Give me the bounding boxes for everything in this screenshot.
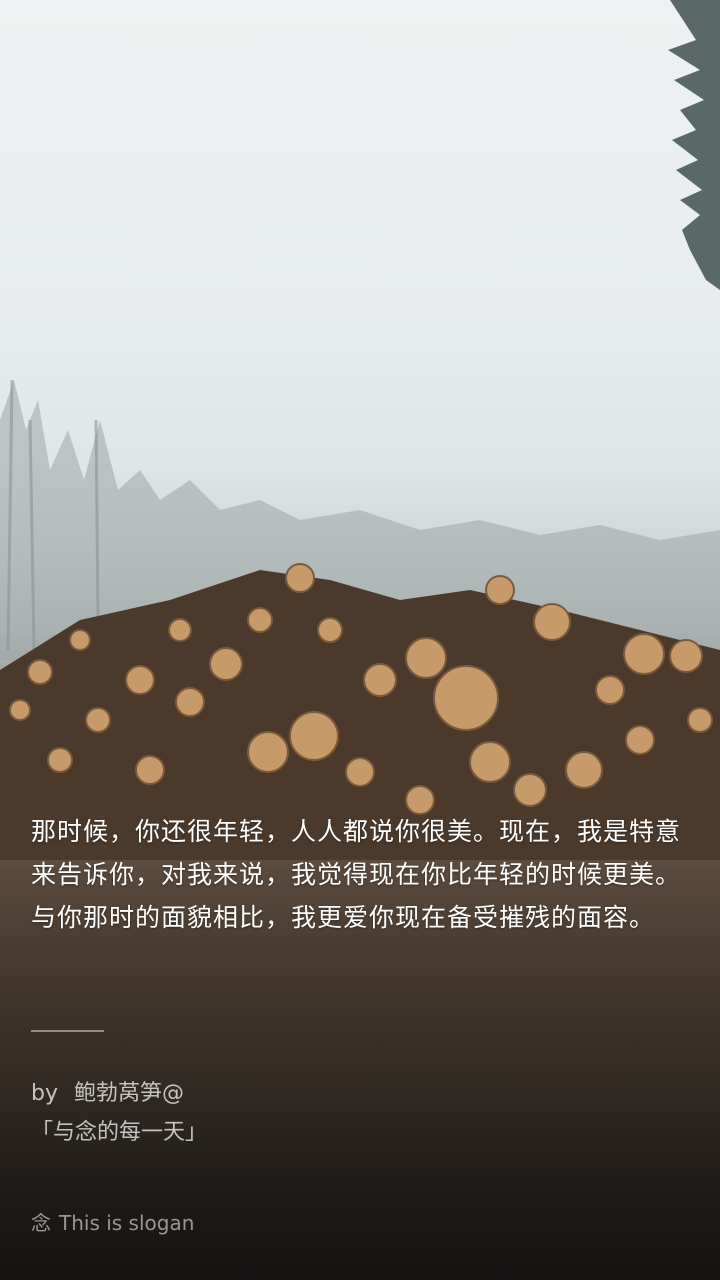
share-card: 那时候，你还很年轻，人人都说你很美。现在，我是特意来告诉你，对我来说，我觉得现在… bbox=[0, 0, 720, 1280]
quote-block: 那时候，你还很年轻，人人都说你很美。现在，我是特意来告诉你，对我来说，我觉得现在… bbox=[31, 810, 691, 939]
divider bbox=[31, 1030, 104, 1032]
source-label: 「与念的每一天」 bbox=[31, 1120, 208, 1145]
quote-text: 那时候，你还很年轻，人人都说你很美。现在，我是特意来告诉你，对我来说，我觉得现在… bbox=[31, 817, 682, 932]
author-name: 鲍勃莴笋@ bbox=[73, 1081, 184, 1106]
slogan-text: This is slogan bbox=[59, 1211, 195, 1235]
author-prefix: by bbox=[31, 1081, 58, 1106]
nian-logo-icon: 念 bbox=[31, 1211, 51, 1235]
footer-slogan: 念 This is slogan bbox=[31, 1208, 194, 1238]
tree-branch-decoration bbox=[668, 0, 720, 290]
author-line: by 鲍勃莴笋@ bbox=[31, 1078, 184, 1110]
